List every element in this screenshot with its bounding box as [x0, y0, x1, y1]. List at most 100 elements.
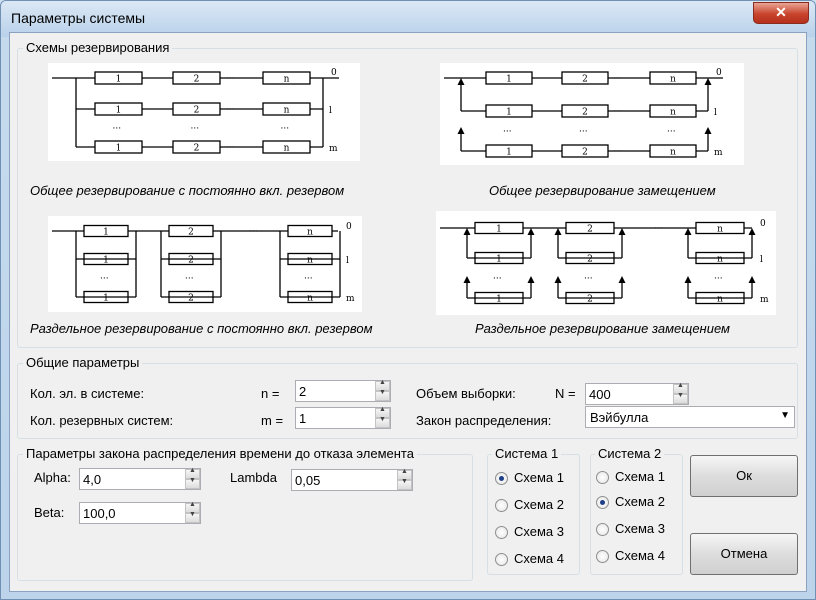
m-down-button[interactable]: ▼ — [375, 416, 390, 428]
arrow-icon — [554, 228, 562, 235]
radio-circle — [495, 553, 508, 566]
element-label: 1 — [103, 228, 109, 238]
caption-general-active: Общее резервирование с постоянно вкл. ре… — [30, 183, 345, 198]
m-stepper[interactable]: 1 ▲ ▼ — [295, 406, 391, 429]
output-label-1: l — [760, 255, 763, 265]
element-label: 2 — [587, 295, 593, 305]
ellipsis-label: ··· — [613, 74, 622, 84]
radio-circle — [495, 472, 508, 485]
output-label-1: l — [346, 256, 349, 266]
arrow-icon — [748, 276, 756, 283]
distribution-law-select[interactable]: Вэйбулла ▼ — [585, 406, 795, 428]
element-label: 2 — [582, 75, 588, 85]
radio-circle — [596, 496, 609, 509]
ellipsis-label: ··· — [654, 224, 663, 234]
arrow-icon — [618, 228, 626, 235]
lambda-label: Lambda — [230, 470, 277, 485]
arrow-down-icon: ▼ — [189, 511, 196, 518]
close-button[interactable]: ✕ — [753, 2, 809, 24]
arrow-down-icon: ▼ — [401, 478, 408, 485]
output-label-0: 0 — [716, 68, 722, 78]
elements-count-label: Кол. эл. в системе: — [30, 386, 145, 401]
beta-label: Beta: — [34, 505, 65, 520]
ellipsis-label: ··· — [667, 127, 676, 137]
window-title: Параметры системы — [11, 10, 146, 26]
N-value: 400 — [589, 387, 611, 402]
arrow-up-icon: ▲ — [189, 501, 196, 508]
element-label: n — [307, 256, 313, 266]
element-label: 1 — [116, 144, 122, 154]
ellipsis-label: ··· — [191, 124, 200, 134]
output-label-0: 0 — [346, 222, 352, 232]
diagram-separate-active: 1 1 1 ··· 2 2 2 ··· n n n ··· ··· 0 l m — [48, 216, 362, 312]
element-label: 1 — [116, 75, 122, 85]
element-label: 1 — [103, 256, 109, 266]
caption-separate-active: Раздельное резервирование с постоянно вк… — [30, 321, 373, 336]
element-label: 2 — [582, 148, 588, 158]
arrow-up-icon: ▲ — [189, 467, 196, 474]
arrow-icon — [618, 276, 626, 283]
output-label-m: m — [714, 148, 723, 158]
element-label: 1 — [506, 148, 512, 158]
diagram-general-active: 1 2 n ··· 1 2 n ··· 1 2 n ··· ··· ··· ··· 0 l m — [48, 63, 360, 161]
distribution-law-value: Вэйбулла — [590, 410, 649, 425]
lambda-stepper[interactable]: 0,05 ▲ ▼ — [291, 468, 413, 491]
radio-circle — [495, 526, 508, 539]
diagram-separate-replace: 1 1 1 ··· 2 2 2 ··· n n n ··· ··· 0 l m — [436, 211, 776, 315]
beta-stepper[interactable]: 100,0 ▲ ▼ — [79, 501, 201, 524]
ellipsis-label: ··· — [249, 227, 258, 237]
element-label: 1 — [116, 106, 122, 116]
distribution-params-legend: Параметры закона распределения времени д… — [23, 446, 417, 462]
ellipsis-label: ··· — [304, 274, 313, 284]
cancel-button[interactable]: Отмена — [690, 533, 798, 575]
n-stepper[interactable]: 2 ▲ ▼ — [295, 379, 391, 402]
ellipsis-label: ··· — [226, 105, 235, 115]
N-stepper[interactable]: 400 ▲ ▼ — [585, 382, 689, 405]
arrow-up-icon: ▲ — [401, 468, 408, 475]
element-label: n — [284, 75, 290, 85]
alpha-stepper[interactable]: 4,0 ▲ ▼ — [79, 467, 201, 490]
element-label: 2 — [194, 106, 200, 116]
close-icon: ✕ — [775, 4, 787, 20]
arrow-icon — [457, 78, 465, 85]
ellipsis-label: ··· — [281, 124, 290, 134]
m-value: 1 — [299, 411, 307, 426]
ok-button[interactable]: Ок — [690, 455, 798, 497]
ellipsis-label: ··· — [493, 274, 502, 284]
output-label-m: m — [346, 294, 355, 304]
alpha-down-button[interactable]: ▼ — [185, 477, 200, 489]
element-label: 2 — [194, 144, 200, 154]
output-label-0: 0 — [760, 219, 766, 229]
element-label: 2 — [188, 256, 194, 266]
element-label: 1 — [496, 225, 502, 235]
reserve-count-label: Кол. резервных систем: — [30, 413, 174, 428]
output-label-m: m — [760, 295, 769, 305]
element-label: 2 — [582, 108, 588, 118]
element-label: 2 — [587, 255, 593, 265]
arrow-icon — [457, 127, 465, 134]
system1-legend: Система 1 — [492, 446, 562, 462]
N-down-button[interactable]: ▼ — [673, 392, 688, 404]
diagram-general-replace: 1 2 n ··· 1 2 n ··· 1 2 n ··· ··· ··· ··· 0 l m — [440, 63, 744, 165]
schemes-legend: Схемы резервирования — [23, 40, 173, 56]
n-down-button[interactable]: ▼ — [375, 389, 390, 401]
output-label-1: l — [329, 106, 332, 116]
lambda-down-button[interactable]: ▼ — [397, 478, 412, 490]
ellipsis-label: ··· — [503, 127, 512, 137]
arrow-icon — [748, 228, 756, 235]
arrow-icon — [554, 276, 562, 283]
element-label: n — [670, 108, 676, 118]
alpha-value: 4,0 — [83, 472, 102, 487]
arrow-icon — [704, 127, 712, 134]
element-label: 1 — [103, 294, 109, 304]
ellipsis-label: ··· — [714, 274, 723, 284]
beta-value: 100,0 — [83, 506, 116, 521]
lambda-value: 0,05 — [295, 473, 321, 488]
element-label: n — [284, 144, 290, 154]
beta-down-button[interactable]: ▼ — [185, 511, 200, 523]
element-label: n — [307, 228, 313, 238]
element-label: n — [717, 225, 723, 235]
ellipsis-label: ··· — [579, 127, 588, 137]
element-label: 1 — [496, 255, 502, 265]
arrow-icon — [463, 228, 471, 235]
